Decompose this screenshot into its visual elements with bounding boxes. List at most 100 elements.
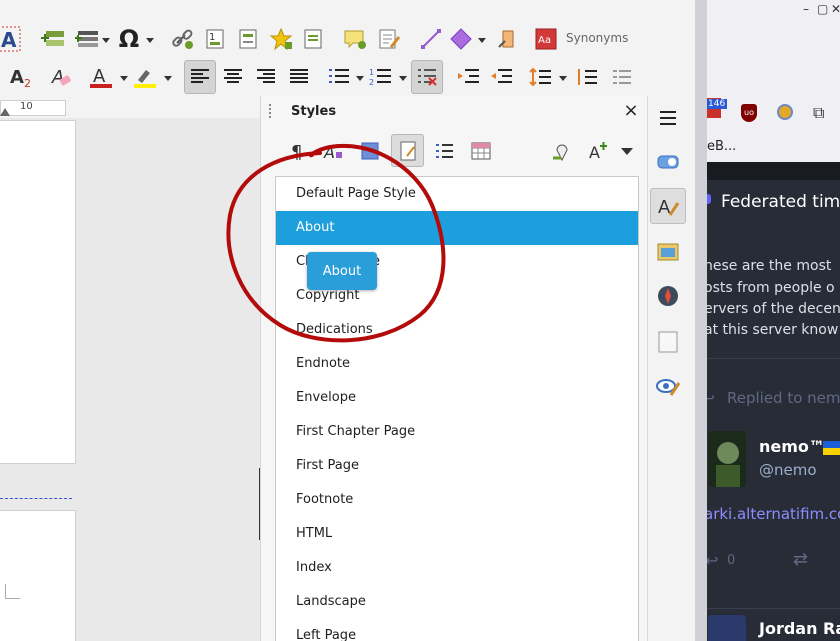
line-spacing-icon[interactable] [526, 62, 556, 92]
insert-table-icon[interactable] [72, 24, 102, 54]
minimize-button[interactable]: – [803, 2, 809, 16]
indent-marker-icon[interactable] [0, 108, 10, 116]
page-icon[interactable] [650, 324, 686, 360]
feed-description: hese are the most osts from people o erv… [707, 224, 840, 358]
style-item-html[interactable]: HTML [276, 517, 638, 551]
fill-format-mode-icon[interactable] [547, 136, 577, 166]
replied-to-text[interactable]: Replied to nem [727, 389, 840, 407]
line-icon[interactable] [416, 24, 446, 54]
no-list-icon[interactable] [411, 60, 443, 94]
comment-icon[interactable] [340, 24, 370, 54]
svg-text:A: A [589, 143, 600, 162]
hyperlink-icon[interactable] [168, 24, 198, 54]
maximize-button[interactable]: ▢ [817, 2, 828, 16]
chevron-down-icon[interactable] [356, 76, 364, 81]
chevron-down-icon[interactable] [478, 38, 486, 43]
increase-indent-icon[interactable] [454, 62, 484, 92]
extension-badge: 146 [707, 99, 728, 109]
style-item-first-page[interactable]: First Page [276, 449, 638, 483]
footnote-icon[interactable]: 1 [200, 24, 230, 54]
chevron-down-icon[interactable] [621, 148, 633, 155]
status-post[interactable]: ↩ Replied to nem nemo™ @nemo arki.altern… [707, 358, 840, 609]
menu-icon[interactable] [650, 100, 686, 136]
description-line: at this server know [707, 322, 839, 338]
post-author[interactable]: Jordan Ra [759, 619, 840, 638]
feed-title[interactable]: Federated tim [721, 192, 840, 212]
align-left-icon[interactable] [184, 60, 216, 94]
align-center-icon[interactable] [218, 62, 248, 92]
chevron-down-icon[interactable] [102, 38, 110, 43]
unordered-list-icon[interactable] [324, 62, 354, 92]
styles-icon[interactable]: A [650, 188, 686, 224]
style-item-index[interactable]: Index [276, 551, 638, 585]
avatar[interactable] [708, 431, 746, 487]
close-icon[interactable]: × [620, 99, 642, 121]
horizontal-ruler[interactable]: 10 [0, 100, 260, 118]
document-page[interactable] [0, 510, 76, 641]
increase-paragraph-spacing-icon[interactable] [572, 62, 602, 92]
insert-rows-icon[interactable] [38, 24, 68, 54]
navigator-icon[interactable] [650, 278, 686, 314]
style-item-envelope[interactable]: Envelope [276, 381, 638, 415]
special-character-icon[interactable]: Ω [114, 24, 144, 54]
post-link[interactable]: arki.alternatifim.co [707, 505, 840, 523]
properties-icon[interactable] [650, 144, 686, 180]
description-line: ervers of the decen [707, 301, 840, 317]
align-right-icon[interactable] [251, 62, 281, 92]
clear-formatting-icon[interactable]: A [46, 62, 76, 92]
chevron-down-icon[interactable] [559, 76, 567, 81]
insert-toolbar: A Ω 1 Aa Synonyms [0, 0, 695, 58]
chevron-down-icon[interactable] [164, 76, 172, 81]
window-gap [695, 0, 707, 641]
flag-icon-bottom [823, 448, 840, 455]
style-item-footnote[interactable]: Footnote [276, 483, 638, 517]
font-color-icon[interactable]: A [86, 62, 116, 92]
style-item-landscape[interactable]: Landscape [276, 585, 638, 619]
ordered-list-icon[interactable]: 12 [366, 62, 396, 92]
writer-window: A Ω 1 Aa Synonyms A 2 A A 1 2 10 Styles … [0, 0, 695, 641]
svg-text:2: 2 [369, 78, 374, 87]
close-window-button[interactable]: ✕ [831, 2, 840, 16]
decrease-indent-icon[interactable] [487, 62, 517, 92]
globe-extension-icon[interactable] [777, 104, 793, 120]
ublock-icon[interactable]: uo [741, 104, 757, 122]
browser-window: – ▢ ✕ 146 uo ⧉ eB... Federated tim hese … [707, 0, 840, 641]
next-post[interactable]: Jordan Ra [707, 608, 840, 641]
style-item-left-page[interactable]: Left Page [276, 619, 638, 641]
subscript-icon[interactable]: A2 [6, 62, 36, 92]
track-changes-icon[interactable] [374, 24, 404, 54]
synonyms-label[interactable]: Synonyms [566, 31, 628, 45]
styles-title: Styles [291, 104, 337, 119]
decrease-paragraph-spacing-icon[interactable] [606, 62, 636, 92]
chevron-down-icon[interactable] [399, 76, 407, 81]
svg-text:1: 1 [209, 32, 215, 43]
document-page[interactable] [0, 120, 76, 464]
endnote-icon[interactable] [233, 24, 263, 54]
fontwork-icon[interactable]: A [0, 24, 24, 54]
draw-functions-icon[interactable] [492, 24, 522, 54]
puzzle-icon[interactable]: ⧉ [813, 103, 824, 123]
new-style-icon[interactable]: A [583, 136, 613, 166]
bookmark-item[interactable]: eB... [707, 139, 736, 154]
ruler-mark: 10 [20, 101, 33, 112]
cross-reference-icon[interactable] [298, 24, 328, 54]
chevron-down-icon[interactable] [120, 76, 128, 81]
boost-icon[interactable]: ⇄ [793, 549, 808, 570]
deck-grip-icon[interactable] [269, 104, 275, 118]
style-item-first-chapter-page[interactable]: First Chapter Page [276, 415, 638, 449]
thesaurus-icon[interactable]: Aa [531, 24, 561, 54]
bookmark-star-icon[interactable] [266, 24, 296, 54]
table-styles-icon[interactable] [466, 136, 496, 166]
post-handle[interactable]: @nemo [759, 461, 817, 479]
justify-icon[interactable] [284, 62, 314, 92]
gallery-icon[interactable] [650, 234, 686, 270]
chevron-down-icon[interactable] [146, 38, 154, 43]
style-inspector-icon[interactable] [650, 368, 686, 404]
reply-button-icon[interactable]: ↩ [707, 551, 718, 570]
description-line: osts from people o [707, 280, 835, 296]
post-author[interactable]: nemo™ [759, 437, 825, 456]
highlight-color-icon[interactable] [130, 62, 160, 92]
avatar[interactable] [708, 615, 746, 641]
basic-shapes-icon[interactable] [446, 24, 476, 54]
svg-text:A: A [10, 67, 24, 88]
